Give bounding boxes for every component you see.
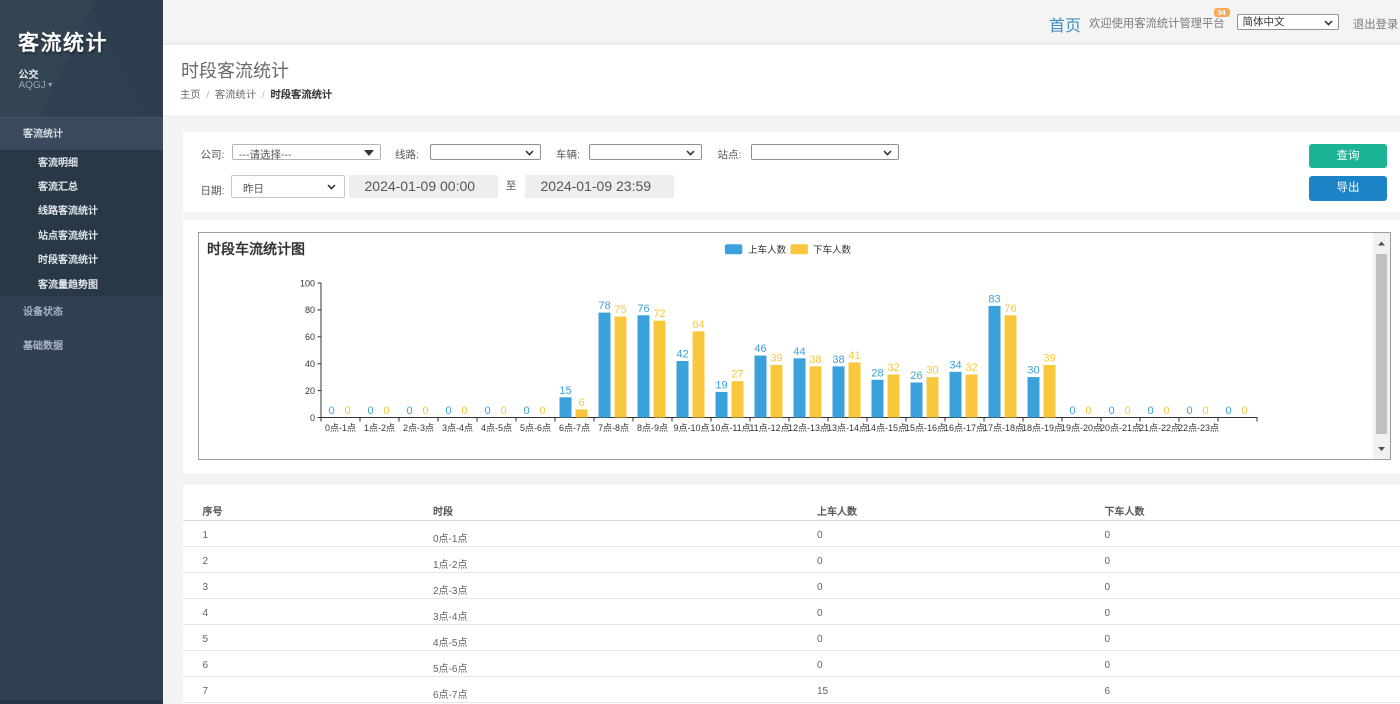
svg-text:0: 0	[344, 405, 350, 417]
svg-text:0: 0	[539, 405, 545, 417]
svg-text:42: 42	[676, 349, 688, 361]
svg-text:4点-5点: 4点-5点	[480, 423, 511, 433]
svg-text:0: 0	[461, 405, 467, 417]
svg-text:26: 26	[910, 370, 922, 382]
svg-text:16点-17点: 16点-17点	[943, 423, 984, 433]
svg-text:64: 64	[692, 319, 704, 331]
svg-text:0: 0	[422, 405, 428, 417]
svg-text:27: 27	[731, 369, 743, 381]
svg-text:0: 0	[1069, 405, 1075, 417]
svg-text:0: 0	[383, 405, 389, 417]
svg-text:76: 76	[1004, 303, 1016, 315]
svg-text:上车人数: 上车人数	[748, 244, 787, 256]
svg-text:2点-3点: 2点-3点	[402, 423, 433, 433]
svg-text:0: 0	[309, 413, 314, 423]
svg-text:9点-10点: 9点-10点	[673, 423, 709, 433]
svg-text:40: 40	[304, 359, 314, 369]
svg-text:0: 0	[1186, 405, 1192, 417]
svg-text:39: 39	[1043, 353, 1055, 365]
svg-text:39: 39	[770, 353, 782, 365]
svg-text:38: 38	[832, 354, 844, 366]
svg-text:19点-20点: 19点-20点	[1060, 423, 1101, 433]
svg-text:83: 83	[988, 293, 1000, 305]
svg-text:6点-7点: 6点-7点	[558, 423, 589, 433]
svg-text:0: 0	[1225, 405, 1231, 417]
svg-text:8点-9点: 8点-9点	[636, 423, 667, 433]
svg-text:28: 28	[871, 367, 883, 379]
svg-text:0: 0	[367, 405, 373, 417]
svg-text:10点-11点: 10点-11点	[710, 423, 750, 433]
svg-text:3点-4点: 3点-4点	[441, 423, 472, 433]
svg-text:60: 60	[304, 332, 314, 342]
svg-text:75: 75	[614, 304, 626, 316]
svg-text:下车人数: 下车人数	[813, 244, 852, 256]
svg-text:34: 34	[949, 359, 961, 371]
svg-text:7点-8点: 7点-8点	[597, 423, 628, 433]
svg-text:0: 0	[406, 405, 412, 417]
svg-text:12点-13点: 12点-13点	[787, 423, 828, 433]
svg-text:78: 78	[598, 300, 610, 312]
svg-text:0点-1点: 0点-1点	[324, 423, 355, 433]
svg-text:41: 41	[848, 350, 860, 362]
svg-text:32: 32	[965, 362, 977, 374]
svg-text:15: 15	[559, 385, 571, 397]
svg-text:0: 0	[484, 405, 490, 417]
svg-text:0: 0	[1147, 405, 1153, 417]
svg-text:19: 19	[715, 379, 727, 391]
svg-text:20: 20	[304, 386, 314, 396]
svg-text:18点-19点: 18点-19点	[1021, 423, 1062, 433]
svg-text:0: 0	[328, 405, 334, 417]
svg-text:0: 0	[1124, 405, 1130, 417]
svg-text:76: 76	[637, 303, 649, 315]
svg-text:时段车流统计图: 时段车流统计图	[207, 241, 305, 257]
svg-text:14点-15点: 14点-15点	[865, 423, 906, 433]
svg-text:0: 0	[1108, 405, 1114, 417]
svg-text:44: 44	[793, 346, 805, 358]
svg-text:5点-6点: 5点-6点	[519, 423, 550, 433]
svg-text:46: 46	[754, 343, 766, 355]
svg-text:6: 6	[578, 397, 584, 409]
svg-text:13点-14点: 13点-14点	[826, 423, 867, 433]
svg-text:30: 30	[926, 365, 938, 377]
svg-text:15点-16点: 15点-16点	[904, 423, 945, 433]
svg-text:100: 100	[299, 278, 314, 288]
svg-text:0: 0	[1163, 405, 1169, 417]
svg-text:38: 38	[809, 354, 821, 366]
svg-text:17点-18点: 17点-18点	[982, 423, 1023, 433]
svg-text:80: 80	[304, 305, 314, 315]
svg-text:11点-12点: 11点-12点	[749, 423, 789, 433]
svg-text:0: 0	[445, 405, 451, 417]
svg-text:0: 0	[1202, 405, 1208, 417]
svg-text:0: 0	[523, 405, 529, 417]
svg-text:30: 30	[1027, 365, 1039, 377]
svg-text:21点-22点: 21点-22点	[1138, 423, 1179, 433]
svg-text:72: 72	[653, 308, 665, 320]
svg-text:22点-23点: 22点-23点	[1177, 423, 1218, 433]
svg-text:20点-21点: 20点-21点	[1099, 423, 1140, 433]
svg-text:1点-2点: 1点-2点	[363, 423, 394, 433]
svg-text:0: 0	[500, 405, 506, 417]
svg-text:0: 0	[1241, 405, 1247, 417]
svg-text:0: 0	[1085, 405, 1091, 417]
svg-text:32: 32	[887, 362, 899, 374]
